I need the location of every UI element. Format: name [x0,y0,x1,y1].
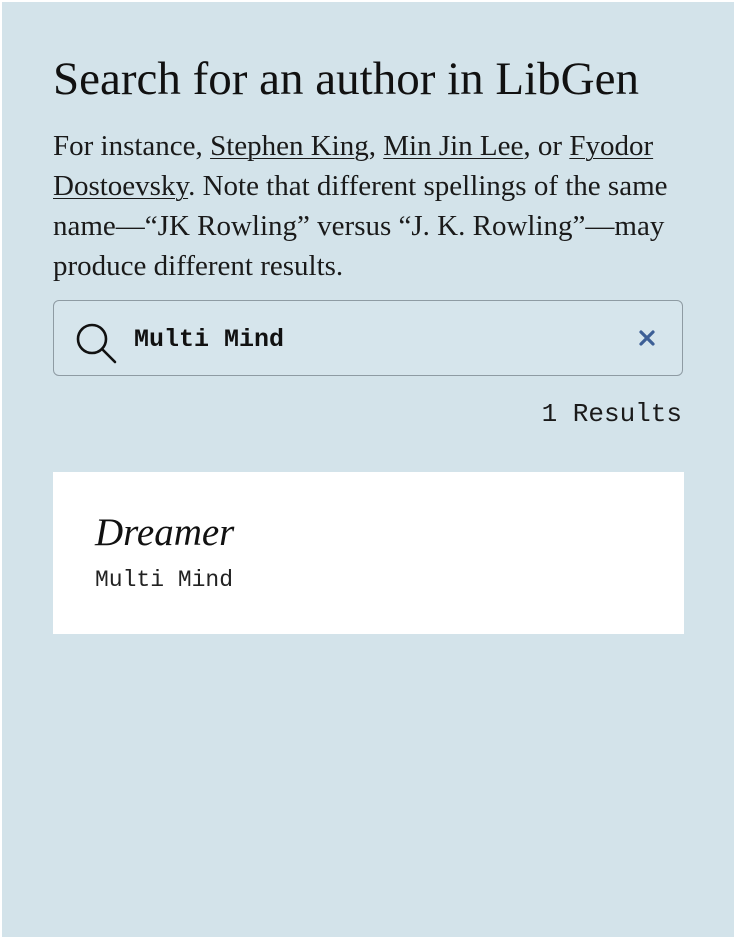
results-count: 1 Results [541,399,682,429]
intro-prefix: For instance, [53,130,211,162]
search-icon [76,323,117,364]
intro-separator: , or [523,130,570,162]
result-title: Dreamer [95,511,235,554]
page-title: Search for an author in LibGen [53,53,639,105]
author-search-input[interactable] [134,319,614,359]
intro-separator: , [368,130,384,162]
result-card[interactable]: Dreamer Multi Mind [53,472,684,634]
clear-search-button[interactable] [634,325,660,351]
close-icon [639,330,655,346]
example-link-stephen-king[interactable]: Stephen King [210,130,369,162]
search-bar[interactable] [53,300,683,376]
result-author: Multi Mind [95,567,234,593]
page-panel: Search for an author in LibGen For insta… [2,2,734,937]
example-link-min-jin-lee[interactable]: Min Jin Lee [383,130,523,162]
intro-text: For instance, Stephen King, Min Jin Lee,… [53,126,693,286]
